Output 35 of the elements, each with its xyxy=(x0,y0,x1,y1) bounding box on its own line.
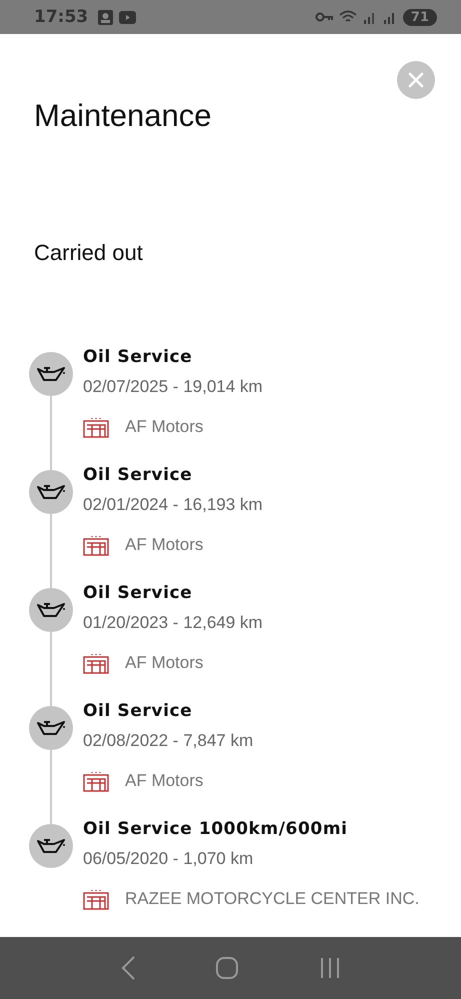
garage-icon xyxy=(83,652,109,674)
service-name: Oil Service xyxy=(83,464,194,486)
garage-icon xyxy=(83,888,109,910)
garage-icon xyxy=(83,416,109,438)
battery-level: 71 xyxy=(402,8,437,26)
signal-icon xyxy=(382,10,397,24)
close-button[interactable] xyxy=(397,61,435,99)
service-date-mileage: 06/05/2020 - 1,070 km xyxy=(83,848,254,870)
garage-name: RAZEE MOTORCYCLE CENTER INC. xyxy=(125,889,420,909)
garage-name: AF Motors xyxy=(125,653,204,673)
service-date-mileage: 01/20/2023 - 12,649 km xyxy=(83,612,263,634)
key-icon xyxy=(314,12,333,22)
contact-icon xyxy=(98,10,114,24)
service-date-mileage: 02/01/2024 - 16,193 km xyxy=(83,494,263,516)
recent-apps-icon[interactable] xyxy=(319,957,342,979)
status-time: 17:53 xyxy=(34,7,88,27)
close-icon xyxy=(408,72,424,88)
garage-icon xyxy=(83,770,109,792)
signal-icon xyxy=(362,10,377,24)
service-date-mileage: 02/08/2022 - 7,847 km xyxy=(83,730,254,752)
service-name: Oil Service 1000km/600mi xyxy=(83,818,349,840)
garage-name: AF Motors xyxy=(125,771,204,791)
home-icon[interactable] xyxy=(215,956,240,980)
back-icon[interactable] xyxy=(120,955,136,981)
video-icon xyxy=(119,10,136,24)
service-name: Oil Service xyxy=(83,582,194,604)
page-title: Maintenance xyxy=(34,97,213,135)
wifi-icon xyxy=(338,10,357,24)
garage-name: AF Motors xyxy=(125,535,204,555)
service-name: Oil Service xyxy=(83,346,194,368)
section-heading: Carried out xyxy=(34,239,144,267)
garage-icon xyxy=(83,534,109,556)
service-date-mileage: 02/07/2025 - 19,014 km xyxy=(83,376,263,398)
service-name: Oil Service xyxy=(83,700,194,722)
garage-name: AF Motors xyxy=(125,417,204,437)
